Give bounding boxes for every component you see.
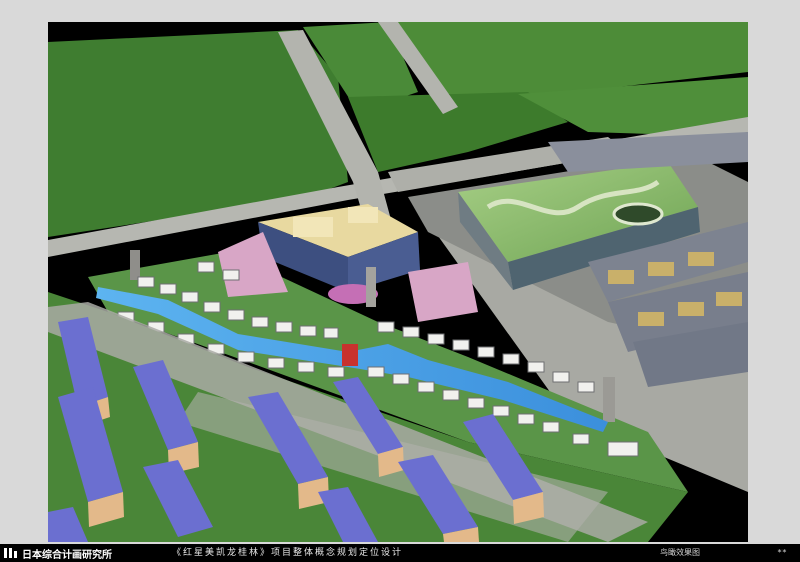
central-building-penthouse [293,217,333,237]
page-number: ** [777,548,787,557]
company-logo: 日本综合计画研究所 [4,546,114,561]
project-caption: 《红星美凯龙桂林》项目整体概念规划定位设计 [172,548,404,558]
view-label: 鸟瞰效果图 [660,548,700,557]
terrace-building-right [408,262,478,322]
aerial-rendering [48,22,748,542]
page: 日本综合计画研究所 《红星美凯龙桂林》项目整体概念规划定位设计 鸟瞰效果图 ** [0,0,800,562]
aerial-scene [48,22,748,542]
pagoda-right [603,377,615,422]
central-building-penthouse-2 [348,207,378,223]
stylized-logo-icon [4,548,17,558]
pagoda-left [130,250,140,280]
logo-text: 日本综合计画研究所 [22,549,112,561]
red-bridge [342,344,358,366]
pagoda-center [366,267,376,307]
mall-roof-circle [612,202,664,226]
